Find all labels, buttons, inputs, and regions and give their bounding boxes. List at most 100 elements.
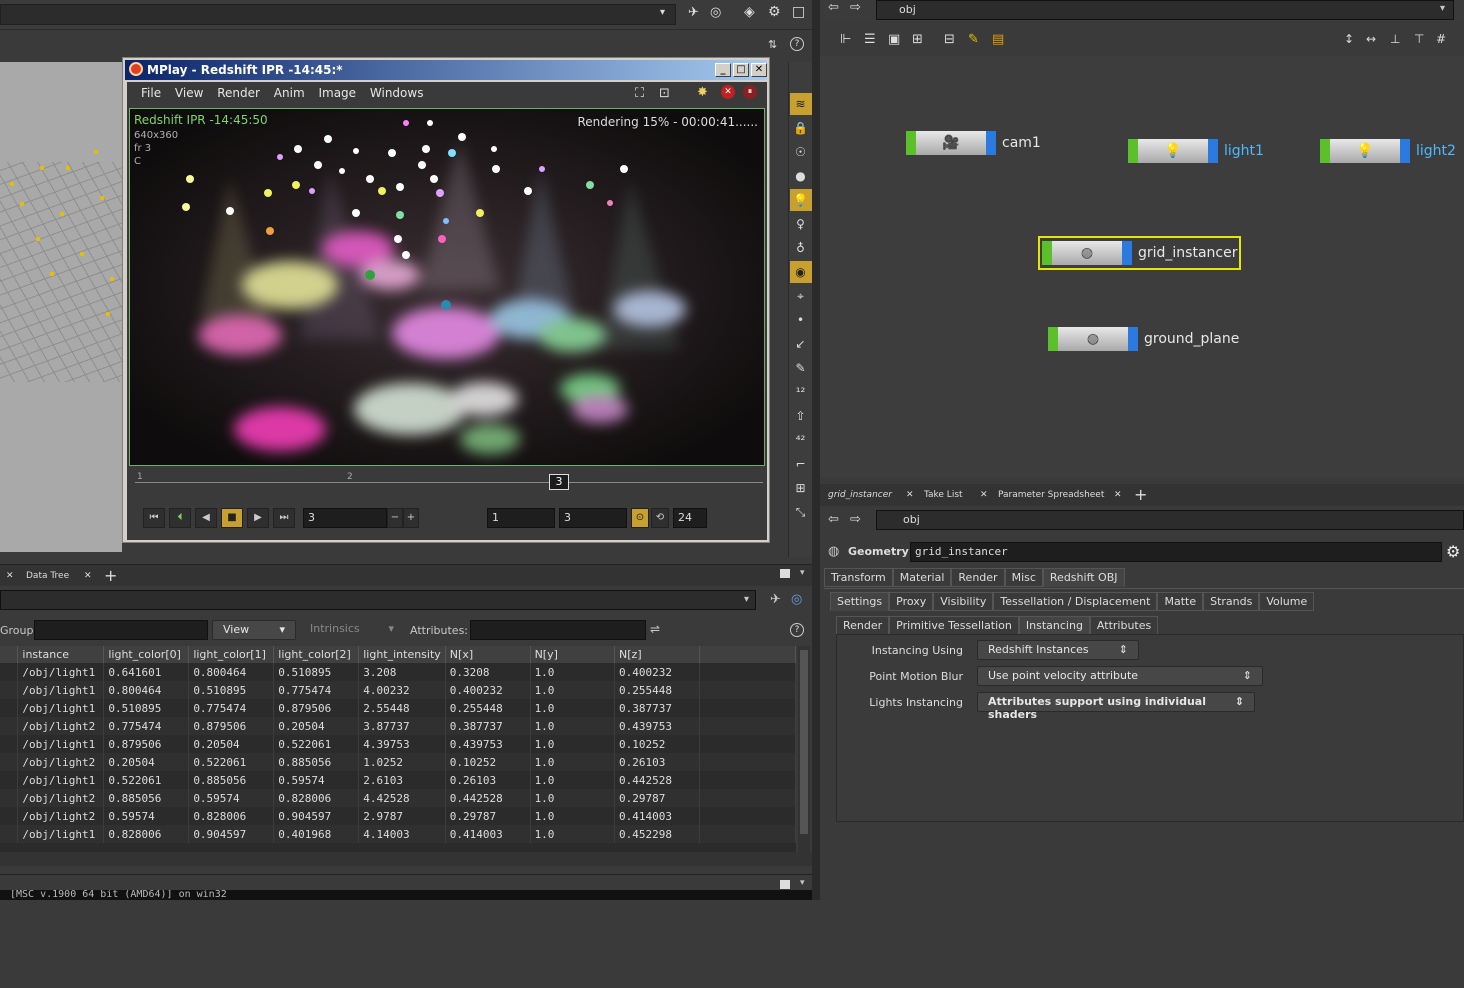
render-flag[interactable] [1400,139,1410,163]
table-cell[interactable]: 0.10252 [614,735,700,753]
table-cell[interactable]: 1.0 [530,807,616,825]
filter-options-icon[interactable]: ⇌ [650,622,660,636]
table-cell[interactable]: 0.452298 [614,825,700,843]
table-cell[interactable]: 0.522061 [273,735,360,753]
node-name-field[interactable]: grid_instancer [910,542,1442,562]
table-cell[interactable]: /obj/light1 [17,735,105,753]
realtime-toggle-button[interactable]: ⊙ [631,508,649,528]
table-cell[interactable]: 0.510895 [103,699,190,717]
table-cell[interactable]: 0.26103 [614,753,700,771]
tab-volume[interactable]: Volume [1259,592,1315,611]
brush-icon[interactable]: ✎ [790,357,812,379]
transform-handle-icon[interactable]: ⤡ [790,501,812,523]
play-reverse-button[interactable]: ◀ [195,508,217,528]
table-cell[interactable]: 0.522061 [103,771,190,789]
numbers-icon[interactable]: ¹² [790,381,812,403]
help-icon[interactable]: ? [790,37,804,51]
table-cell[interactable]: 0.775474 [188,699,275,717]
table-row[interactable]: /obj/light1 0.879506 0.20504 0.522061 4.3975… [0,735,796,753]
column-header[interactable]: light_color[0] [103,646,190,663]
table-cell[interactable]: 0.29787 [614,789,700,807]
table-cell[interactable]: 2.6103 [358,771,446,789]
viewport-layout-icon[interactable]: □ [792,4,805,20]
table-cell[interactable]: 0.59574 [188,789,275,807]
menu-image[interactable]: Image [318,86,356,100]
sticky-note-icon[interactable]: ✎ [968,32,979,47]
table-cell[interactable]: 0.442528 [614,771,700,789]
frame-increment-button[interactable]: + [403,508,419,528]
gear-icon[interactable]: ⚙ [1446,542,1460,561]
group-field[interactable] [34,620,208,640]
target-icon[interactable]: ◎ [791,592,802,607]
node-light1[interactable]: 💡 light1 [1128,138,1264,164]
corner-icon[interactable]: ⌐ [790,453,812,475]
table-cell[interactable]: 0.522061 [188,753,275,771]
table-cell[interactable]: 0.29787 [445,807,531,825]
play-button[interactable]: ▶ [247,508,269,528]
frame-decrement-button[interactable]: − [387,508,403,528]
jump-end-button[interactable]: ⏭ [273,508,295,528]
chevron-down-icon[interactable]: ▾ [744,594,749,605]
table-cell[interactable]: 0.879506 [188,717,275,735]
table-cell[interactable]: /obj/light2 [17,789,105,807]
geometry-spreadsheet[interactable]: instance light_color[0] light_color[1] l… [0,646,796,852]
light-off-icon[interactable]: ♀ [790,213,812,235]
node-grid-instancer[interactable]: ◍ grid_instancer [1037,236,1242,270]
table-cell[interactable]: /obj/light1 [17,681,105,699]
tab-visibility[interactable]: Visibility [933,592,994,611]
mplay-timeline[interactable]: 1 2 3 [131,470,763,498]
table-cell[interactable]: 1.0 [530,825,616,843]
display-flag[interactable] [906,131,916,155]
table-cell[interactable]: /obj/light1 [17,663,105,681]
tab-tessellation-displacement[interactable]: Tessellation / Displacement [993,592,1158,611]
table-cell[interactable]: 0.255448 [445,699,531,717]
table-cell[interactable]: 0.828006 [103,825,190,843]
distribute-icon[interactable]: ⊥ [1390,32,1400,46]
camera-icon[interactable]: ♁ [790,237,812,259]
table-cell[interactable]: 0.828006 [273,789,360,807]
column-header[interactable]: light_color[1] [188,646,275,663]
table-row[interactable]: /obj/light2 0.775474 0.879506 0.20504 3.8773… [0,717,796,735]
table-cell[interactable]: /obj/light1 [17,825,105,843]
layers-icon[interactable]: ≋ [789,93,812,115]
table-cell[interactable]: 0.20504 [188,735,275,753]
table-cell[interactable]: 0.387737 [614,699,700,717]
column-header[interactable]: N[z] [614,646,700,663]
tab-render-settings[interactable]: Render [836,616,890,635]
add-tab-icon[interactable]: + [104,566,117,585]
tab-render[interactable]: Render [951,568,1005,587]
tab-attributes[interactable]: Attributes [1089,616,1159,635]
node-cam1[interactable]: 🎥 cam1 [906,130,1041,156]
table-cell[interactable]: 0.414003 [445,825,531,843]
table-cell[interactable]: 1.0 [530,699,616,717]
table-cell[interactable]: 0.439753 [614,717,700,735]
mplay-titlebar[interactable]: MPlay - Redshift IPR -14:45:* _ □ ✕ [125,60,767,80]
loop-button[interactable]: ⟲ [651,508,669,528]
table-cell[interactable]: 0.775474 [273,681,360,699]
help-icon[interactable]: ? [790,623,804,637]
table-row[interactable]: /obj/light1 0.641601 0.800464 0.510895 3.208… [0,663,796,681]
table-cell[interactable]: 1.0 [530,717,616,735]
spreadsheet-path-combo[interactable] [0,590,756,610]
point-motion-blur-menu[interactable]: Use point velocity attribute ⇕ [977,666,1263,686]
view-dropdown[interactable]: View ▾ [212,620,296,640]
table-cell[interactable]: 0.904597 [273,807,360,825]
grid-view-icon[interactable]: ⊞ [912,32,923,47]
forward-arrow-icon[interactable]: ⇨ [850,0,861,15]
table-cell[interactable]: /obj/light1 [17,771,105,789]
param-path-field[interactable]: obj [876,510,1464,530]
column-header[interactable]: light_color[2] [273,646,360,663]
edge-icon[interactable]: ↙ [790,333,812,355]
snapshot-icon[interactable]: ⊡ [659,86,670,101]
column-header[interactable]: N[x] [445,646,531,663]
cube-icon[interactable]: ◈ [744,4,755,20]
snap-icon[interactable]: ⇅ [768,38,777,51]
menu-render[interactable]: Render [217,86,260,100]
display-options-icon[interactable]: ⚙ [768,4,781,20]
python-console[interactable]: [MSC v.1900 64 bit (AMD64)] on win32 [0,890,812,900]
tab-redshift-obj[interactable]: Redshift OBJ [1042,568,1125,587]
table-cell[interactable]: 4.39753 [358,735,446,753]
table-cell[interactable]: 0.641601 [103,663,190,681]
table-cell[interactable]: 0.800464 [188,663,275,681]
network-path-field[interactable]: obj [876,0,1454,20]
